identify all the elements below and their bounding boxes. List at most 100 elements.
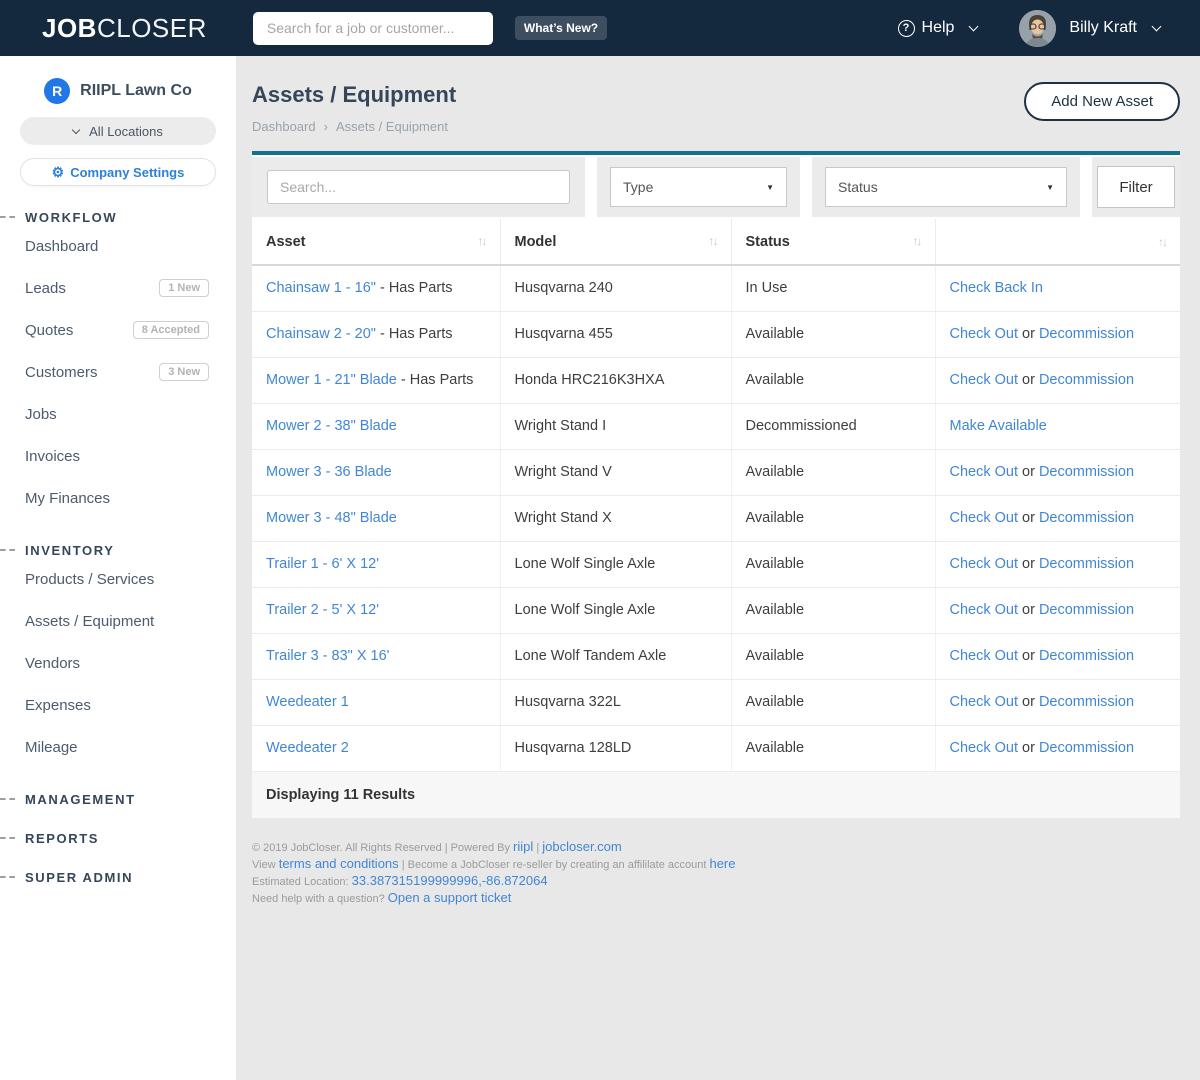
global-search-input[interactable]: [253, 12, 493, 45]
sidebar-item-mileage[interactable]: Mileage: [0, 726, 236, 768]
sidebar-item-vendors[interactable]: Vendors: [0, 642, 236, 684]
sort-icon[interactable]: ↑↓: [1158, 235, 1166, 249]
column-header-model[interactable]: Model↑↓: [500, 219, 731, 265]
locations-dropdown[interactable]: All Locations: [20, 117, 216, 145]
action-link-check-out[interactable]: Check Out: [950, 464, 1019, 480]
sidebar-item-customers[interactable]: Customers3 New: [0, 351, 236, 393]
sidebar-section-management[interactable]: MANAGEMENT: [0, 791, 236, 807]
column-header-actions[interactable]: ↑↓: [935, 219, 1180, 265]
table-row: Trailer 2 - 5' X 12'Lone Wolf Single Axl…: [252, 587, 1180, 633]
asset-link[interactable]: Trailer 2 - 5' X 12': [266, 602, 379, 618]
action-link-check-out[interactable]: Check Out: [950, 372, 1019, 388]
model-cell: Wright Stand X: [500, 495, 731, 541]
sidebar-item-dashboard[interactable]: Dashboard: [0, 225, 236, 267]
action-link-decommission[interactable]: Decommission: [1039, 694, 1134, 710]
sidebar-section-reports[interactable]: REPORTS: [0, 830, 236, 846]
filter-status-cell: Status ▼: [812, 157, 1080, 217]
user-avatar[interactable]: [1019, 10, 1056, 47]
table-search-input[interactable]: [267, 170, 570, 204]
action-link-check-out[interactable]: Check Out: [950, 694, 1019, 710]
jobcloser-link[interactable]: jobcloser.com: [542, 839, 621, 854]
action-link-check-out[interactable]: Check Out: [950, 326, 1019, 342]
action-link-make-available[interactable]: Make Available: [950, 418, 1047, 434]
action-link-check-back-in[interactable]: Check Back In: [950, 280, 1044, 296]
action-link-check-out[interactable]: Check Out: [950, 602, 1019, 618]
asset-link[interactable]: Trailer 3 - 83" X 16': [266, 648, 389, 664]
sidebar-section-super-admin[interactable]: SUPER ADMIN: [0, 869, 236, 885]
model-cell: Husqvarna 455: [500, 311, 731, 357]
actions-cell: Check Out or Decommission: [935, 449, 1180, 495]
asset-suffix: - Has Parts: [376, 326, 453, 342]
sidebar: R RIIPL Lawn Co All Locations ⚙ Company …: [0, 56, 236, 1080]
sort-icon[interactable]: ↑↓: [478, 234, 486, 248]
sidebar-item-leads[interactable]: Leads1 New: [0, 267, 236, 309]
asset-link[interactable]: Mower 3 - 36 Blade: [266, 464, 392, 480]
type-select[interactable]: Type ▼: [610, 167, 787, 207]
riipl-link[interactable]: riipl: [513, 839, 533, 854]
asset-link[interactable]: Chainsaw 2 - 20": [266, 326, 376, 342]
company-settings-button[interactable]: ⚙ Company Settings: [20, 158, 216, 186]
column-header-asset[interactable]: Asset↑↓: [252, 219, 500, 265]
location-link[interactable]: 33.387315199999996,-86.872064: [352, 873, 548, 888]
sidebar-item-badge: 8 Accepted: [133, 321, 209, 339]
sidebar-section-workflow[interactable]: WORKFLOW: [0, 209, 236, 225]
sidebar-item-my-finances[interactable]: My Finances: [0, 477, 236, 519]
footer-terms: View terms and conditions | Become a Job…: [252, 856, 1180, 873]
company-header: R RIIPL Lawn Co: [0, 78, 236, 104]
user-name[interactable]: Billy Kraft: [1069, 19, 1137, 37]
action-link-decommission[interactable]: Decommission: [1039, 648, 1134, 664]
asset-link[interactable]: Mower 3 - 48" Blade: [266, 510, 397, 526]
sidebar-item-label: Jobs: [25, 406, 57, 423]
sidebar-item-assets-equipment[interactable]: Assets / Equipment: [0, 600, 236, 642]
results-count: Displaying 11 Results: [252, 772, 1180, 818]
sort-icon[interactable]: ↑↓: [913, 234, 921, 248]
asset-link[interactable]: Weedeater 2: [266, 740, 349, 756]
sidebar-item-expenses[interactable]: Expenses: [0, 684, 236, 726]
action-separator: or: [1018, 556, 1039, 572]
table-row: Mower 3 - 36 BladeWright Stand VAvailabl…: [252, 449, 1180, 495]
sidebar-item-products-services[interactable]: Products / Services: [0, 558, 236, 600]
action-link-decommission[interactable]: Decommission: [1039, 464, 1134, 480]
action-link-decommission[interactable]: Decommission: [1039, 740, 1134, 756]
asset-table-body: Chainsaw 1 - 16" - Has PartsHusqvarna 24…: [252, 265, 1180, 771]
chevron-down-icon: [1152, 21, 1162, 31]
action-link-check-out[interactable]: Check Out: [950, 648, 1019, 664]
action-link-decommission[interactable]: Decommission: [1039, 602, 1134, 618]
add-new-asset-button[interactable]: Add New Asset: [1024, 82, 1180, 121]
asset-link[interactable]: Trailer 1 - 6' X 12': [266, 556, 379, 572]
action-link-check-out[interactable]: Check Out: [950, 510, 1019, 526]
locations-label: All Locations: [89, 124, 163, 139]
asset-link[interactable]: Mower 2 - 38" Blade: [266, 418, 397, 434]
sidebar-section-inventory[interactable]: INVENTORY: [0, 542, 236, 558]
help-menu[interactable]: ? Help: [898, 19, 978, 37]
company-name: RIIPL Lawn Co: [80, 82, 192, 100]
status-select[interactable]: Status ▼: [825, 167, 1067, 207]
action-link-decommission[interactable]: Decommission: [1039, 372, 1134, 388]
action-link-decommission[interactable]: Decommission: [1039, 556, 1134, 572]
breadcrumb-dashboard[interactable]: Dashboard: [252, 119, 316, 134]
asset-link[interactable]: Mower 1 - 21" Blade: [266, 372, 397, 388]
asset-link[interactable]: Chainsaw 1 - 16": [266, 280, 376, 296]
action-separator: or: [1018, 694, 1039, 710]
action-link-decommission[interactable]: Decommission: [1039, 326, 1134, 342]
table-row: Trailer 3 - 83" X 16'Lone Wolf Tandem Ax…: [252, 633, 1180, 679]
action-link-check-out[interactable]: Check Out: [950, 740, 1019, 756]
action-separator: or: [1018, 648, 1039, 664]
terms-link[interactable]: terms and conditions: [279, 856, 399, 871]
model-cell: Lone Wolf Single Axle: [500, 541, 731, 587]
filter-search-cell: [252, 157, 585, 217]
whats-new-button[interactable]: What’s New?: [515, 16, 607, 40]
table-row: Weedeater 2Husqvarna 128LDAvailableCheck…: [252, 725, 1180, 771]
sidebar-item-quotes[interactable]: Quotes8 Accepted: [0, 309, 236, 351]
action-link-decommission[interactable]: Decommission: [1039, 510, 1134, 526]
action-link-check-out[interactable]: Check Out: [950, 556, 1019, 572]
filter-button[interactable]: Filter: [1097, 166, 1175, 208]
support-ticket-link[interactable]: Open a support ticket: [388, 890, 512, 905]
column-header-status[interactable]: Status↑↓: [731, 219, 935, 265]
sidebar-section-label: MANAGEMENT: [25, 792, 136, 807]
asset-link[interactable]: Weedeater 1: [266, 694, 349, 710]
sidebar-item-jobs[interactable]: Jobs: [0, 393, 236, 435]
affiliate-link[interactable]: here: [709, 856, 735, 871]
sort-icon[interactable]: ↑↓: [709, 234, 717, 248]
sidebar-item-invoices[interactable]: Invoices: [0, 435, 236, 477]
